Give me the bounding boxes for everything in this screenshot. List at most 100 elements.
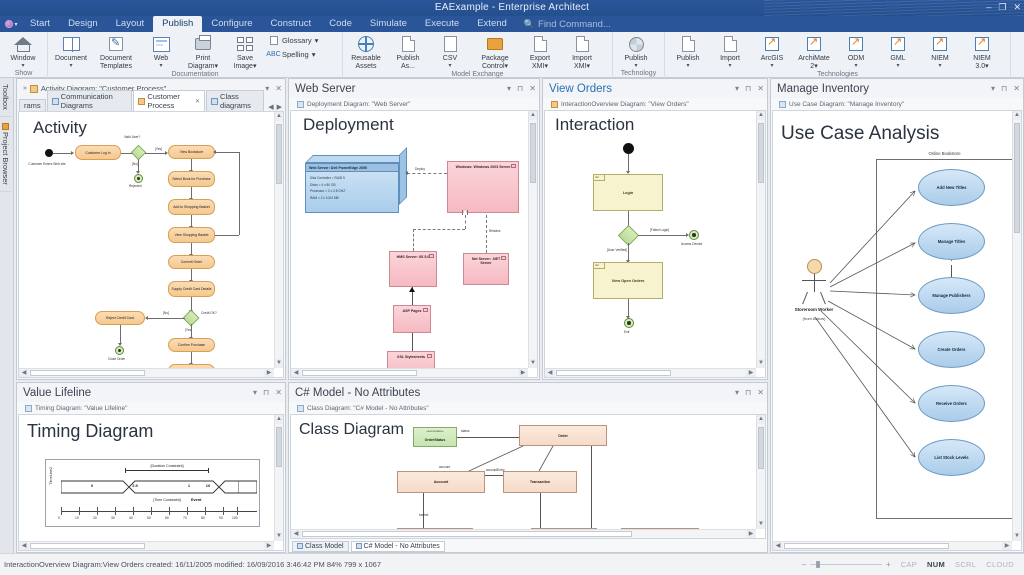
ribbon-button-publish-tech[interactable]: Publish ▾ — [667, 33, 709, 69]
minimize-icon[interactable]: – — [986, 1, 991, 14]
deployment-horizontal-scrollbar[interactable]: ◀ ▶ — [291, 368, 528, 377]
timing-vertical-scrollbar[interactable]: ▲ ▼ — [274, 415, 283, 541]
ribbon-button-import-tech[interactable]: Import ▾ — [709, 33, 751, 69]
scroll-thumb[interactable] — [30, 543, 145, 549]
close-icon[interactable]: ✕ — [1013, 1, 1021, 14]
panel-dropdown-icon[interactable]: ▾ — [253, 388, 257, 397]
ribbon-button-glossary[interactable]: Glossary ▾ — [268, 35, 318, 46]
zoom-out-icon[interactable]: – — [802, 560, 806, 569]
class-vertical-scrollbar[interactable]: ▲ ▼ — [756, 415, 765, 529]
scroll-right-icon[interactable]: ▶ — [264, 542, 274, 550]
scroll-left-icon[interactable]: ◀ — [291, 530, 301, 538]
deployment-node[interactable]: HMS Server: IIS 5.0 — [389, 251, 437, 287]
interaction-fragment[interactable]: ref Login — [593, 174, 663, 211]
maximize-icon[interactable]: ❐ — [998, 1, 1006, 14]
timing-diagram-canvas[interactable]: Timing Diagram TimeLine2 {Duration Const… — [19, 415, 283, 550]
ribbon-tab-start[interactable]: Start — [21, 16, 59, 32]
scroll-thumb[interactable] — [758, 123, 764, 183]
activity-node[interactable]: Supply Credit Card Details — [168, 281, 215, 297]
scroll-left-icon[interactable]: ◀ — [291, 369, 301, 377]
ribbon-button-gml[interactable]: GML ▾ — [877, 33, 919, 69]
ribbon-button-archimate[interactable]: ArchiMate 2▾ — [793, 33, 835, 70]
sidebar-item-toolbox[interactable]: Toolbox — [0, 78, 11, 117]
ribbon-button-document-templates[interactable]: Document Templates — [92, 33, 140, 70]
ribbon-button-save-image[interactable]: Save Image▾ — [224, 33, 266, 70]
ribbon-tab-extend[interactable]: Extend — [468, 16, 516, 32]
panel-value-lifeline-header[interactable]: Value Lifeline ▾ ⊓ ✕ — [17, 383, 285, 402]
ribbon-button-csv[interactable]: CSV ▾ — [429, 33, 471, 69]
usecase-node[interactable]: Manage Publishers — [918, 277, 985, 314]
class-diagram-canvas[interactable]: Class Diagram «enumeration» OrderStatus … — [291, 415, 765, 538]
usecase-node[interactable]: Create Orders — [918, 331, 985, 368]
class-node[interactable]: Transaction — [503, 471, 577, 493]
scroll-up-icon[interactable]: ▲ — [757, 415, 765, 424]
panel-dropdown-icon[interactable]: ▾ — [735, 388, 739, 397]
ribbon-button-arcgis[interactable]: ArcGIS ▾ — [751, 33, 793, 69]
ribbon-button-niem[interactable]: NIEM ▾ — [919, 33, 961, 69]
ribbon-button-print-diagram[interactable]: Print Diagram▾ — [182, 33, 224, 70]
timing-horizontal-scrollbar[interactable]: ◀ ▶ — [19, 541, 274, 550]
scroll-up-icon[interactable]: ▲ — [757, 111, 765, 120]
panel-close-icon[interactable]: ✕ — [757, 388, 764, 397]
deployment-diagram-canvas[interactable]: Deployment Web Server: Dell PowerEdge 26… — [291, 111, 537, 377]
ribbon-button-niem3[interactable]: NIEM 3.0▾ — [961, 33, 1003, 70]
scroll-left-icon[interactable]: ◀ — [773, 542, 783, 550]
class-horizontal-scrollbar[interactable]: ◀ ▶ — [291, 529, 756, 538]
scroll-thumb[interactable] — [302, 531, 632, 537]
ribbon-tab-design[interactable]: Design — [59, 16, 107, 32]
ribbon-tab-configure[interactable]: Configure — [202, 16, 261, 32]
tab-next-icon[interactable]: ▶ — [277, 103, 282, 111]
scroll-right-icon[interactable]: ▶ — [518, 369, 528, 377]
scroll-thumb[interactable] — [758, 427, 764, 469]
ribbon-button-reusable-assets[interactable]: Reusable Assets — [345, 33, 387, 70]
panel-menu-icon[interactable]: » — [23, 85, 27, 92]
close-icon[interactable]: ✕ — [195, 98, 200, 105]
ribbon-button-publish-technology[interactable]: Publish ▾ — [615, 33, 657, 69]
activity-node[interactable]: Select Book for Purchase — [168, 171, 215, 187]
usecase-node[interactable]: Receive Orders — [918, 385, 985, 422]
interaction-diagram-canvas[interactable]: Interaction ref Login [User Verified] [F… — [545, 111, 765, 377]
tab-prev-icon[interactable]: ◀ — [268, 103, 273, 111]
ribbon-tab-publish[interactable]: Publish — [153, 16, 203, 32]
activity-node[interactable]: Reject Credit Card — [95, 311, 145, 325]
panel-manage-inventory-buttons[interactable]: ▾ ⊓ ✕ — [991, 84, 1020, 93]
scroll-left-icon[interactable]: ◀ — [19, 369, 29, 377]
bottom-tab-csharp-model[interactable]: C# Model - No Attributes — [350, 540, 445, 552]
activity-horizontal-scrollbar[interactable]: ◀ ▶ — [19, 368, 274, 377]
panel-close-icon[interactable]: ✕ — [529, 84, 536, 93]
ribbon-button-publish-as[interactable]: Publish As... — [387, 33, 429, 70]
scroll-down-icon[interactable]: ▼ — [757, 520, 765, 529]
ribbon-button-export-xmi[interactable]: Export XMI▾ — [519, 33, 561, 70]
panel-float-icon[interactable]: ⊓ — [517, 84, 523, 93]
scroll-down-icon[interactable]: ▼ — [529, 359, 537, 368]
scroll-thumb[interactable] — [30, 370, 145, 376]
class-node[interactable]: «enumeration» OrderStatus — [413, 427, 457, 447]
interaction-horizontal-scrollbar[interactable]: ◀ ▶ — [545, 368, 756, 377]
doc-tab-customer-process[interactable]: Customer Process ✕ — [133, 90, 206, 111]
panel-dropdown-icon[interactable]: ▾ — [735, 84, 739, 93]
scroll-up-icon[interactable]: ▲ — [1013, 111, 1021, 120]
ribbon-button-web[interactable]: Web ▾ — [140, 33, 182, 69]
ribbon-tab-layout[interactable]: Layout — [107, 16, 154, 32]
panel-web-server-header[interactable]: Web Server ▾ ⊓ ✕ — [289, 79, 539, 98]
panel-value-lifeline-buttons[interactable]: ▾ ⊓ ✕ — [253, 388, 282, 397]
window-controls[interactable]: – ❐ ✕ — [986, 1, 1021, 14]
panel-close-icon[interactable]: ✕ — [1013, 84, 1020, 93]
doc-tab-class-diagrams[interactable]: Class diagrams — [206, 90, 265, 111]
panel-close-icon[interactable]: ✕ — [757, 84, 764, 93]
deployment-node[interactable]: Windows: Windows 2003 Server — [447, 161, 519, 213]
scroll-right-icon[interactable]: ▶ — [264, 369, 274, 377]
scroll-thumb[interactable] — [276, 124, 282, 184]
activity-node[interactable]: Add to Shopping Basket — [168, 199, 215, 215]
ribbon-tabbar[interactable]: ▾ Start Design Layout Publish Configure … — [0, 16, 1024, 32]
ribbon-button-window[interactable]: Window ▾ — [2, 33, 44, 69]
deployment-node[interactable]: Net Server: .NET Server — [463, 253, 509, 285]
usecase-node[interactable]: List Stock Levels — [918, 439, 985, 476]
activity-node[interactable]: Commit Order — [168, 255, 215, 269]
scroll-up-icon[interactable]: ▲ — [275, 415, 283, 424]
scroll-left-icon[interactable]: ◀ — [19, 542, 29, 550]
scroll-down-icon[interactable]: ▼ — [1013, 532, 1021, 541]
panel-view-orders-buttons[interactable]: ▾ ⊓ ✕ — [735, 84, 764, 93]
panel-activity-buttons[interactable]: ▾ ✕ — [265, 84, 282, 93]
ribbon-tab-construct[interactable]: Construct — [262, 16, 321, 32]
